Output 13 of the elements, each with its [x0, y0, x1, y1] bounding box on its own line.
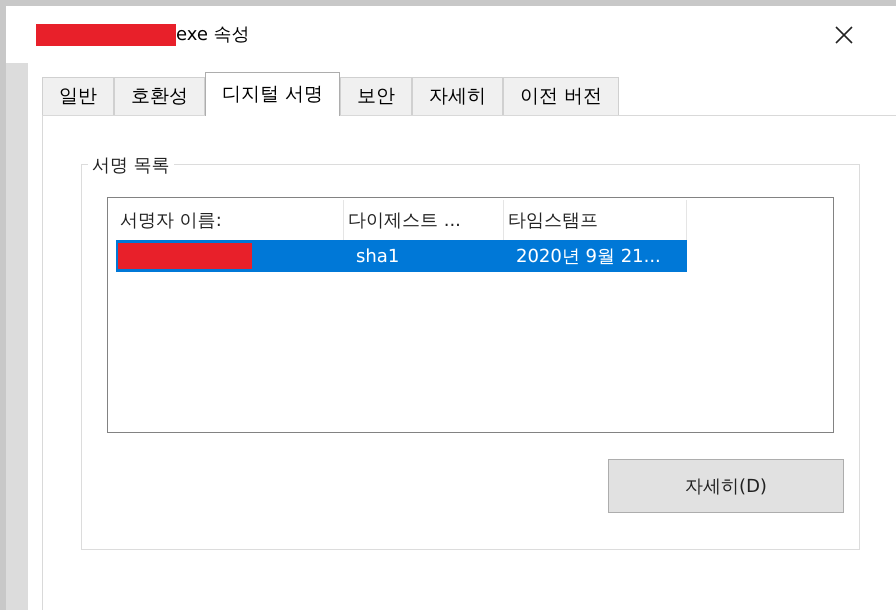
window-title: exe 속성 [176, 23, 250, 47]
details-button[interactable]: 자세히(D) [608, 459, 844, 513]
table-cell-text: sha1 [355, 244, 400, 268]
tab[interactable]: 일반 [42, 77, 114, 115]
tab[interactable]: 디지털 서명 [205, 72, 340, 116]
tab[interactable]: 보안 [340, 77, 412, 115]
signature-list[interactable]: 서명자 이름: 다이제스트 ... 타임스탬프 sha1 2020년 9월 21... [107, 197, 834, 433]
close-icon[interactable] [834, 24, 854, 44]
tab[interactable]: 호환성 [114, 77, 205, 115]
tab[interactable]: 자세히 [412, 77, 504, 115]
list-row[interactable]: sha1 2020년 9월 21... [116, 240, 687, 272]
tab[interactable]: 이전 버전 [503, 77, 620, 115]
table-cell-text: 2020년 9월 21... [515, 244, 662, 268]
